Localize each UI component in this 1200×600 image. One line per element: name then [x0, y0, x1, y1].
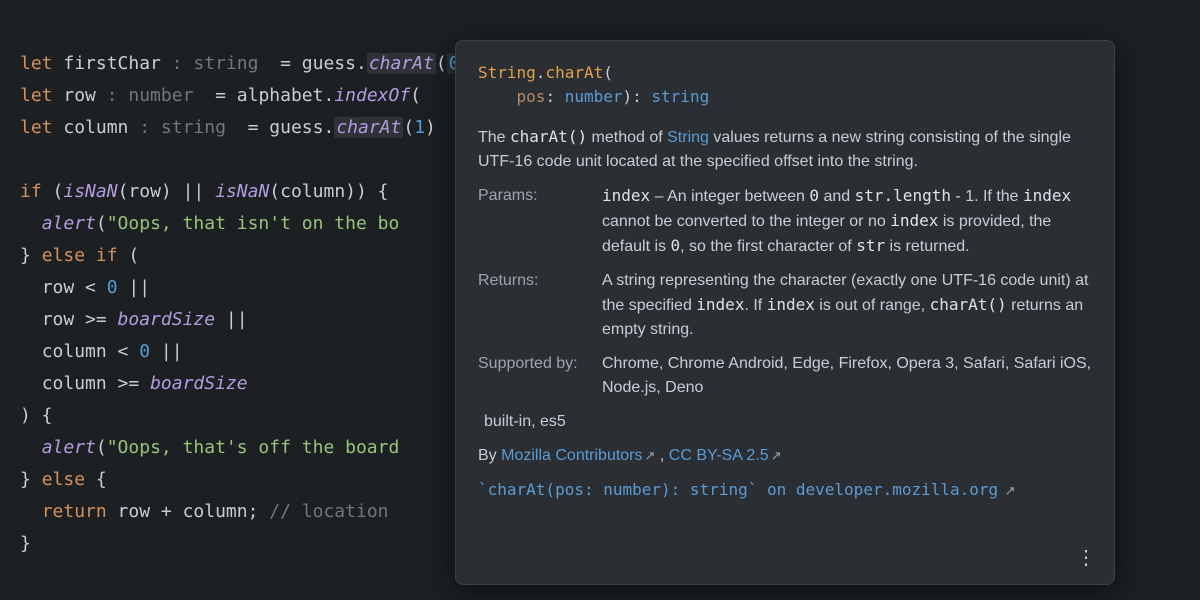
attribution: By Mozilla Contributors↗ , CC BY-SA 2.5↗ — [478, 444, 1092, 468]
returns-value: A string representing the character (exa… — [602, 269, 1092, 342]
external-icon: ↗ — [1005, 483, 1016, 498]
params-label: Params: — [478, 184, 588, 259]
contributors-link[interactable]: Mozilla Contributors — [501, 447, 642, 464]
signature: String.charAt( pos: number): string — [478, 61, 1092, 109]
code-line-9: row >= boardSize || — [20, 309, 248, 330]
code-line-12: ) { — [20, 405, 53, 426]
supported-row: Supported by: Chrome, Chrome Android, Ed… — [478, 352, 1092, 400]
code-line-6: alert("Oops, that isn't on the bo — [20, 213, 399, 234]
type-link-string[interactable]: String — [667, 129, 709, 146]
mdn-link[interactable]: `charAt(pos: number): string` on develop… — [478, 480, 998, 499]
more-actions-icon[interactable]: ⋮ — [1076, 546, 1096, 570]
code-line-13: alert("Oops, that's off the board — [20, 437, 399, 458]
hover-docs-popup[interactable]: String.charAt( pos: number): string The … — [455, 40, 1115, 585]
external-icon: ↗ — [771, 448, 782, 463]
code-line-10: column < 0 || — [20, 341, 183, 362]
supported-label: Supported by: — [478, 352, 588, 400]
external-icon: ↗ — [645, 448, 656, 463]
description: The charAt() method of String values ret… — [478, 125, 1092, 174]
code-line-15: return row + column; // location — [20, 501, 389, 522]
code-line-1: let firstChar : string = guess.charAt(0)… — [20, 53, 483, 74]
params-row: Params: index – An integer between 0 and… — [478, 184, 1092, 259]
code-line-14: } else { — [20, 469, 107, 490]
code-line-5: if (isNaN(row) || isNaN(column)) { — [20, 181, 389, 202]
code-line-2: let row : number = alphabet.indexOf( — [20, 85, 421, 106]
code-line-11: column >= boardSize — [20, 373, 248, 394]
code-line-7: } else if ( — [20, 245, 139, 266]
code-line-16: } — [20, 533, 31, 554]
params-value: index – An integer between 0 and str.len… — [602, 184, 1092, 259]
supported-value: Chrome, Chrome Android, Edge, Firefox, O… — [602, 352, 1092, 400]
tags: built-in, es5 — [478, 410, 1092, 434]
mdn-link-row[interactable]: `charAt(pos: number): string` on develop… — [478, 478, 1092, 503]
code-line-8: row < 0 || — [20, 277, 150, 298]
license-link[interactable]: CC BY-SA 2.5 — [669, 447, 769, 464]
code-line-3: let column : string = guess.charAt(1) — [20, 117, 436, 138]
returns-label: Returns: — [478, 269, 588, 342]
returns-row: Returns: A string representing the chara… — [478, 269, 1092, 342]
